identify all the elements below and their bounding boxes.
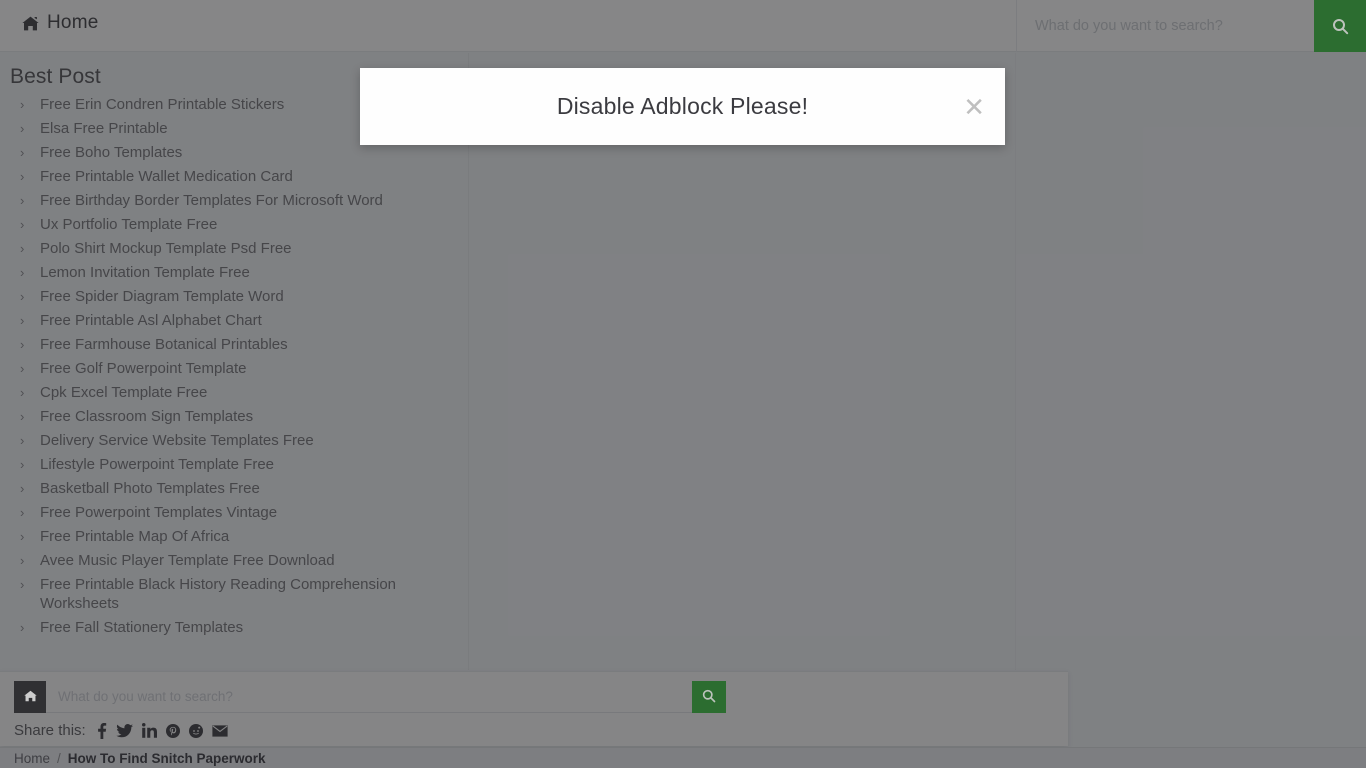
adblock-modal-title: Disable Adblock Please! [556,93,809,119]
close-icon[interactable]: ✕ [963,94,985,120]
adblock-modal: Disable Adblock Please! ✕ [360,68,1005,145]
modal-overlay[interactable]: Disable Adblock Please! ✕ [0,0,1366,768]
